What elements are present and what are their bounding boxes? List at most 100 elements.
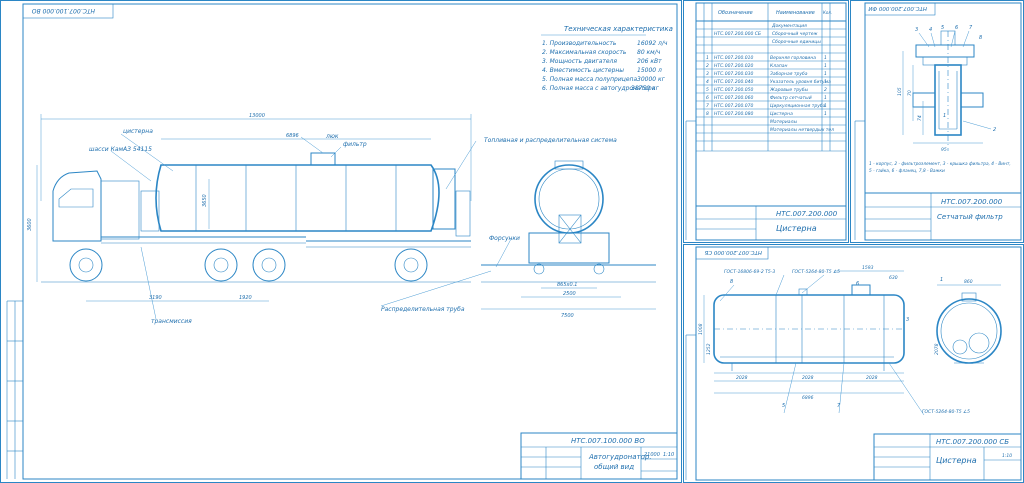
svg-text:Указатель уровня битума: Указатель уровня битума: [770, 79, 831, 85]
svg-text:НТС.007.200.040: НТС.007.200.040: [714, 79, 753, 85]
spec-value: 80 км/ч: [637, 49, 661, 56]
sheet1-stamp-code: НТС.007.100.000 ВО: [571, 437, 645, 445]
tank-dim: 1008: [698, 323, 704, 335]
tank-label: 5: [782, 403, 785, 409]
svg-text:4: 4: [706, 79, 709, 85]
tank-label: 7: [837, 403, 841, 409]
specification-table: Обозначение Наименование Кол. Документац…: [685, 2, 847, 241]
tank-dim: 2028: [866, 375, 878, 381]
tank-dim: 2028: [802, 375, 814, 381]
spec-row: 7 НТС.007.200.070 Циркуляционная труба 1: [706, 103, 827, 109]
filter-dim: 74: [917, 115, 923, 121]
spec-item: 1. Производительность: [542, 40, 617, 47]
callout-transmission: трансмиссия: [151, 318, 192, 325]
sheet-tank-assembly: НТС.007.200.000 СБ ГОСТ-16806-69-2 Т5-3 …: [683, 244, 1024, 483]
callout-nozzles: Форсунки: [489, 235, 520, 242]
sheet1-mass: 21000: [644, 452, 660, 458]
spec-row: 3 НТС.007.200.030 Заборная труба 1: [706, 71, 827, 77]
callout-dist-pipe: Распределительная труба: [381, 306, 465, 313]
sheet3-rotated-code: НТС.007.200.000 ФИ: [868, 5, 927, 11]
mesh-filter-drawing: НТС.007.200.000 ФИ 3 4 5 6 7 8 2 1 105 7…: [854, 2, 1022, 241]
spec-value: 38750 кг: [631, 85, 660, 92]
spec-title: Техническая характеристика: [564, 25, 673, 33]
svg-text:1: 1: [706, 55, 709, 61]
svg-text:Цистерна: Цистерна: [770, 111, 793, 117]
spec-section: Сборочные единицы: [772, 39, 821, 45]
filter-legend: 5 - гайка, 6 - фланец, 7,8 - Важки: [869, 168, 945, 174]
tank-dim: 6896: [802, 395, 814, 401]
spec-value: 30000 кг: [637, 76, 666, 83]
filter-label: 5: [941, 25, 944, 31]
svg-text:1: 1: [824, 63, 827, 69]
svg-text:Верхняя горловина: Верхняя горловина: [770, 55, 816, 61]
svg-text:НТС.007.200.010: НТС.007.200.010: [714, 55, 753, 61]
svg-text:2: 2: [706, 63, 709, 69]
spec-header-name: Наименование: [776, 10, 815, 16]
sheet1-title-line1: Автогудронатор.: [588, 453, 652, 461]
spec-section: Документация: [771, 23, 807, 29]
spec-section: Сборочный чертеж: [772, 31, 818, 37]
gost-label: ГОСТ-16806-69-2 Т5-3: [724, 269, 775, 275]
dim-label: 6896: [286, 133, 299, 139]
tank-dim: 2028: [736, 375, 748, 381]
filter-dim: 105: [897, 87, 903, 96]
svg-text:НТС.007.200.070: НТС.007.200.070: [714, 103, 753, 109]
svg-text:НТС.007.200.050: НТС.007.200.050: [714, 87, 753, 93]
tank-label: 8: [730, 279, 733, 285]
sheet1-scale: 1:10: [663, 452, 674, 458]
sheet-mesh-filter: НТС.007.200.000 ФИ 3 4 5 6 7 8 2 1 105 7…: [850, 0, 1024, 243]
spec-row: 5 НТС.007.200.050 Жаровые трубы 2: [706, 87, 827, 93]
spec-row: 4 НТС.007.200.040 Указатель уровня битум…: [706, 79, 831, 85]
svg-text:НТС.007.200.020: НТС.007.200.020: [714, 63, 753, 69]
spec-header-qty: Кол.: [823, 10, 832, 15]
tank-label: 6: [856, 281, 859, 287]
sheet3-stamp-code: НТС.007.200.000: [941, 198, 1003, 206]
tank-dim: 860: [964, 279, 973, 285]
svg-text:1: 1: [824, 55, 827, 61]
dim-label: 1920: [239, 295, 252, 301]
dim-label: 3600: [27, 218, 33, 231]
tank-dim: 630: [889, 275, 898, 281]
svg-text:1: 1: [824, 95, 827, 101]
tank-dim: 1593: [862, 265, 874, 271]
filter-dim: 70: [907, 90, 913, 96]
spec-item: 5. Полная масса полуприцепа: [542, 76, 637, 83]
callout-manhole: люк: [325, 133, 339, 140]
sheet3-stamp-title: Сетчатый фильтр: [937, 213, 1003, 221]
tank-label: 1: [940, 277, 943, 283]
svg-text:1: 1: [824, 71, 827, 77]
filter-label: 7: [969, 25, 973, 31]
svg-text:1: 1: [824, 103, 827, 109]
callout-filter: фильтр: [343, 141, 367, 148]
sheet1-rotated-code: НТС.007.100.000 ВО: [32, 7, 95, 14]
spec-footer-section: Материалы: [770, 119, 797, 125]
dim-label: 3650: [202, 194, 208, 207]
dim-label: 13000: [249, 113, 265, 119]
spec-doc-code: НТС.007.200.000 СБ: [714, 31, 761, 37]
spec-row: 6 НТС.007.200.060 Фильтр сетчатый 1: [706, 95, 827, 101]
spec-value: 16092 л/ч: [637, 40, 668, 47]
spec-row: 2 НТС.007.200.020 Клапан 1: [706, 63, 827, 69]
sheet-general-view: НТС.007.100.000 ВО Техническая характери…: [0, 0, 682, 483]
svg-text:Фильтр сетчатый: Фильтр сетчатый: [770, 95, 812, 101]
general-view-drawing: НТС.007.100.000 ВО Техническая характери…: [6, 3, 678, 480]
tank-dim: 2078: [934, 343, 940, 355]
svg-text:Циркуляционная труба: Циркуляционная труба: [770, 103, 826, 109]
spec-footer-section: Материалы нетвердых тел: [770, 127, 834, 133]
svg-text:2: 2: [824, 87, 827, 93]
filter-label: 1: [943, 113, 946, 119]
spec-header-code: Обозначение: [718, 10, 753, 16]
sheet4-rotated-code: НТС.007.200.000 СБ: [704, 249, 762, 255]
spec-value: 206 кВт: [637, 58, 662, 65]
filter-label: 6: [955, 25, 958, 31]
svg-text:НТС.007.200.030: НТС.007.200.030: [714, 71, 753, 77]
svg-text:НТС.007.200.080: НТС.007.200.080: [714, 111, 753, 117]
svg-text:НТС.007.200.060: НТС.007.200.060: [714, 95, 753, 101]
sheet4-stamp-code: НТС.007.200.000 СБ: [936, 438, 1009, 446]
filter-label: 4: [929, 27, 932, 33]
sheet4-scale: 1:10: [1002, 453, 1012, 459]
callout-fuel-system: Топливная и распределительная система: [484, 137, 617, 144]
spec-row: 1 НТС.007.200.010 Верхняя горловина 1: [706, 55, 827, 61]
callout-chassis: шасси КамАЗ 54115: [89, 146, 152, 153]
sheet4-stamp-title: Цистерна: [936, 456, 977, 465]
